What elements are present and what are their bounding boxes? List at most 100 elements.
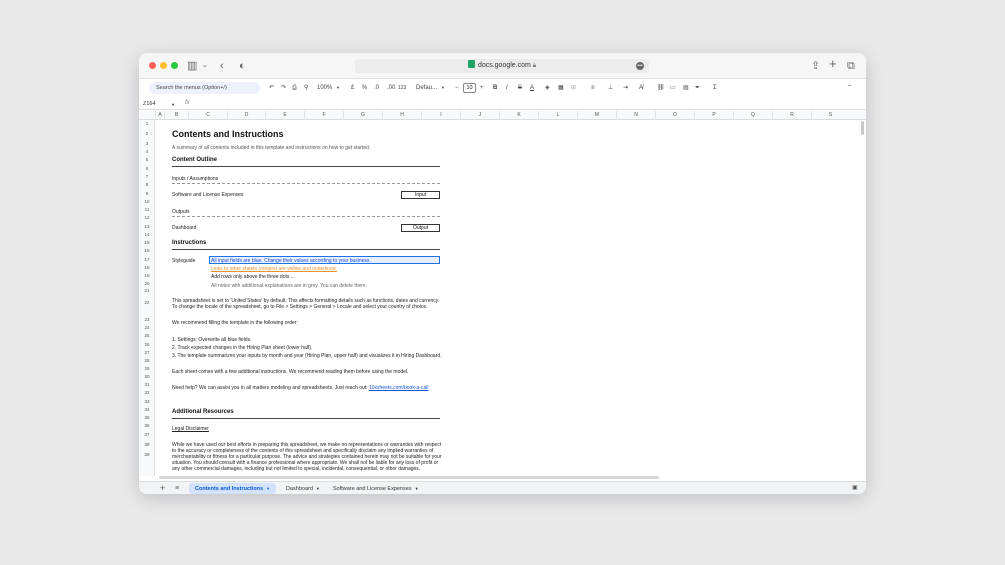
row-header[interactable]: 30 bbox=[139, 374, 155, 379]
vertical-align-icon[interactable]: ⊥ bbox=[608, 83, 613, 93]
redo-icon[interactable]: ↷ bbox=[281, 83, 286, 93]
column-header[interactable]: O bbox=[655, 111, 694, 120]
row-header[interactable]: 3 bbox=[139, 141, 155, 146]
row-header[interactable]: 15 bbox=[139, 240, 155, 245]
zoom-window-button[interactable] bbox=[171, 62, 178, 69]
row-header[interactable]: 38 bbox=[139, 442, 155, 447]
increase-decimal-button[interactable]: .00 bbox=[387, 83, 395, 93]
row-header[interactable]: 26 bbox=[139, 342, 155, 347]
column-header[interactable]: B bbox=[164, 111, 188, 120]
percent-format-button[interactable]: % bbox=[362, 83, 367, 93]
column-header[interactable]: I bbox=[421, 111, 460, 120]
row-header[interactable]: 23 bbox=[139, 317, 155, 322]
sheet-tab-software[interactable]: Software and License Expenses ▼ bbox=[327, 483, 425, 494]
row-header[interactable]: 17 bbox=[139, 257, 155, 262]
chevron-down-icon[interactable]: ▼ bbox=[336, 83, 340, 93]
font-select[interactable]: Defau... bbox=[416, 83, 437, 93]
chevron-down-icon[interactable]: ▼ bbox=[171, 102, 175, 107]
currency-format-button[interactable]: £ bbox=[351, 83, 354, 93]
column-header[interactable]: G bbox=[343, 111, 382, 120]
url-bar[interactable]: docs.google.com 🔒︎ ••• bbox=[355, 59, 649, 73]
paint-format-icon[interactable]: ⚲ bbox=[304, 83, 308, 93]
column-header[interactable]: M bbox=[577, 111, 616, 120]
text-rotation-icon[interactable]: A̸ bbox=[639, 83, 643, 93]
row-header[interactable]: 37 bbox=[139, 432, 155, 437]
chevron-down-icon[interactable]: ▼ bbox=[316, 486, 320, 491]
filter-icon[interactable]: ⏷ bbox=[695, 83, 700, 93]
row-header[interactable]: 32 bbox=[139, 390, 155, 395]
row-header[interactable]: 36 bbox=[139, 423, 155, 428]
row-header[interactable]: 19 bbox=[139, 273, 155, 278]
name-box[interactable]: Z164 bbox=[143, 101, 156, 107]
insert-comment-icon[interactable]: ▭ bbox=[670, 83, 676, 93]
share-icon[interactable]: ⇪ bbox=[811, 59, 820, 73]
menu-search-input[interactable]: Search the menus (Option+/) bbox=[149, 82, 260, 94]
column-header[interactable]: H bbox=[382, 111, 421, 120]
merge-cells-icon[interactable]: ⊞ bbox=[571, 83, 576, 93]
print-icon[interactable]: ⎙ bbox=[292, 83, 297, 93]
row-header[interactable]: 34 bbox=[139, 407, 155, 412]
column-header[interactable]: A bbox=[155, 111, 164, 120]
insert-chart-icon[interactable]: ▤ bbox=[683, 83, 689, 93]
borders-icon[interactable]: ▦ bbox=[558, 83, 564, 93]
column-header[interactable]: F bbox=[304, 111, 343, 120]
row-header[interactable]: 6 bbox=[139, 166, 155, 171]
row-header[interactable]: 14 bbox=[139, 232, 155, 237]
decrease-font-size-button[interactable]: − bbox=[455, 83, 459, 93]
row-header[interactable]: 18 bbox=[139, 265, 155, 270]
row-header[interactable]: 13 bbox=[139, 224, 155, 229]
undo-icon[interactable]: ↶ bbox=[269, 83, 274, 93]
row-header[interactable]: 28 bbox=[139, 358, 155, 363]
functions-button[interactable]: Σ bbox=[713, 83, 717, 93]
decrease-decimal-button[interactable]: .0 bbox=[374, 83, 379, 93]
chevron-down-icon[interactable]: ⌄ bbox=[202, 59, 208, 73]
row-header[interactable]: 24 bbox=[139, 325, 155, 330]
sidebar-icon[interactable]: ▥ bbox=[187, 59, 197, 73]
row-header[interactable]: 33 bbox=[139, 399, 155, 404]
column-header[interactable]: E bbox=[265, 111, 304, 120]
column-header[interactable]: P bbox=[694, 111, 733, 120]
row-header[interactable]: 16 bbox=[139, 248, 155, 253]
column-header[interactable]: L bbox=[538, 111, 577, 120]
row-header[interactable]: 31 bbox=[139, 382, 155, 387]
add-sheet-button[interactable]: + bbox=[160, 484, 165, 493]
more-icon[interactable]: ••• bbox=[636, 62, 644, 70]
column-header[interactable]: N bbox=[616, 111, 655, 120]
output-button[interactable]: Output bbox=[401, 224, 440, 232]
column-header[interactable]: C bbox=[188, 111, 227, 120]
style-orange-text[interactable]: Links to other sheets (ranges) are yello… bbox=[211, 266, 337, 272]
chevron-down-icon[interactable]: ▼ bbox=[266, 486, 270, 491]
all-sheets-icon[interactable]: ≡ bbox=[175, 484, 179, 493]
row-header[interactable]: 27 bbox=[139, 350, 155, 355]
tabs-overview-icon[interactable]: ⧉ bbox=[847, 59, 855, 73]
vertical-scrollbar[interactable] bbox=[861, 121, 864, 135]
chevron-down-icon[interactable]: ▼ bbox=[441, 83, 445, 93]
insert-link-icon[interactable]: ⛓︎ bbox=[657, 83, 665, 93]
row-header[interactable]: 11 bbox=[139, 207, 155, 212]
column-header[interactable]: K bbox=[499, 111, 538, 120]
column-header[interactable]: Q bbox=[733, 111, 772, 120]
collapse-toolbar-icon[interactable]: ⌃ bbox=[847, 83, 852, 93]
fill-color-icon[interactable]: ◈ bbox=[545, 83, 550, 93]
font-size-input[interactable]: 10 bbox=[463, 83, 476, 93]
minimize-window-button[interactable] bbox=[160, 62, 167, 69]
text-wrap-icon[interactable]: ⇥ bbox=[623, 83, 628, 93]
input-button[interactable]: Input bbox=[401, 191, 440, 199]
zoom-select[interactable]: 100% bbox=[317, 83, 332, 93]
chevron-down-icon[interactable]: ▼ bbox=[415, 486, 419, 491]
book-call-link[interactable]: 10xsheets.com/book-a-call bbox=[369, 385, 428, 391]
column-header[interactable]: D bbox=[227, 111, 265, 120]
row-header[interactable]: 22 bbox=[139, 300, 155, 305]
number-format-button[interactable]: 123 bbox=[398, 83, 406, 93]
column-header[interactable]: S bbox=[811, 111, 849, 120]
strikethrough-button[interactable]: S bbox=[518, 83, 522, 93]
text-color-button[interactable]: A bbox=[530, 83, 534, 93]
row-header[interactable]: 35 bbox=[139, 415, 155, 420]
back-icon[interactable]: ‹ bbox=[220, 59, 224, 73]
explore-icon[interactable]: ▣ bbox=[852, 484, 858, 493]
row-header[interactable]: 1 bbox=[139, 121, 155, 126]
row-header[interactable]: 10 bbox=[139, 199, 155, 204]
horizontal-scrollbar[interactable] bbox=[159, 476, 659, 479]
column-header[interactable]: R bbox=[772, 111, 811, 120]
new-tab-icon[interactable]: + bbox=[829, 57, 837, 71]
